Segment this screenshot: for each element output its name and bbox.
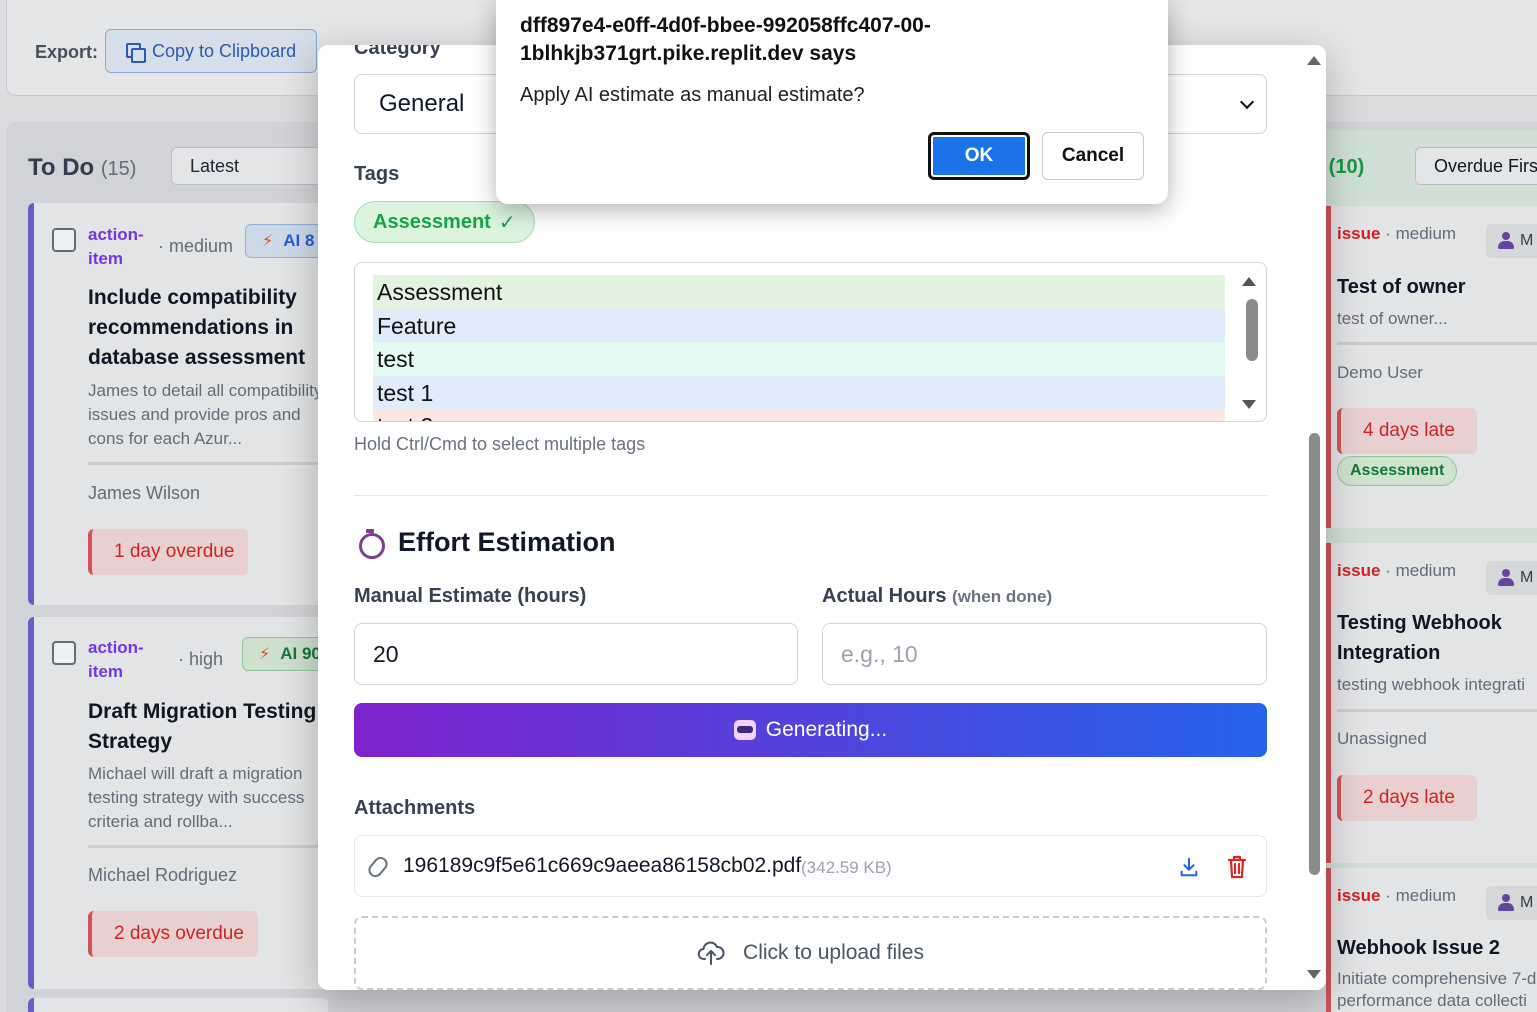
file-upload-dropzone[interactable]: Click to upload files (354, 916, 1267, 990)
effort-estimation-heading: Effort Estimation (358, 527, 616, 559)
section-title-text: Effort Estimation (398, 527, 616, 557)
attachment-file-size: (342.59 KB) (801, 858, 892, 877)
tags-label: Tags (354, 163, 400, 185)
robot-icon (733, 720, 756, 740)
cloud-upload-icon (697, 941, 725, 965)
modal-scrollbar[interactable] (1302, 45, 1326, 990)
scroll-down-arrow[interactable] (1307, 970, 1321, 979)
attachment-row: 196189c9f5e61c669c9aeea86158cb02.pdf (34… (354, 835, 1267, 897)
dialog-origin: dff897e4-e0ff-4d0f-bbee-992058ffc407-00-… (520, 14, 931, 65)
cancel-button[interactable]: Cancel (1042, 132, 1144, 180)
generate-button-label: Generating... (765, 718, 888, 741)
generate-ai-estimate-button[interactable]: Generating... (354, 703, 1267, 757)
actual-hours-hint: (when done) (952, 587, 1053, 606)
category-value: General (379, 90, 465, 117)
trash-icon[interactable] (1227, 855, 1247, 879)
tag-option[interactable]: test 2 (373, 409, 1225, 421)
scroll-up-arrow[interactable] (1307, 56, 1321, 65)
download-icon[interactable] (1178, 856, 1200, 878)
scroll-up-arrow[interactable] (1242, 277, 1256, 286)
chevron-down-icon (1239, 94, 1255, 110)
browser-confirm-dialog: dff897e4-e0ff-4d0f-bbee-992058ffc407-00-… (496, 0, 1168, 204)
attachment-file-name[interactable]: 196189c9f5e61c669c9aeea86158cb02.pdf (403, 854, 801, 878)
actual-hours-input[interactable]: e.g., 10 (822, 623, 1267, 685)
selected-tag-chip[interactable]: Assessment ✓ (354, 201, 535, 243)
tags-help-text: Hold Ctrl/Cmd to select multiple tags (354, 434, 646, 454)
manual-estimate-label: Manual Estimate (hours) (354, 585, 587, 607)
tag-option[interactable]: test (373, 342, 1225, 376)
paperclip-icon (365, 854, 391, 880)
manual-estimate-input[interactable]: 20 (354, 623, 798, 685)
scrollbar-thumb[interactable] (1309, 433, 1320, 875)
scroll-down-arrow[interactable] (1242, 400, 1256, 409)
selected-tag-label: Assessment (373, 210, 491, 233)
upload-label: Click to upload files (743, 941, 924, 964)
tag-option[interactable]: Feature (373, 308, 1225, 342)
ok-button[interactable]: OK (928, 132, 1030, 180)
tag-option[interactable]: test 1 (373, 375, 1225, 409)
stopwatch-icon (358, 528, 385, 559)
attachments-label: Attachments (354, 797, 476, 819)
tags-multiselect[interactable]: Assessment Feature test test 1 test 2 (354, 262, 1267, 422)
section-divider (354, 495, 1267, 496)
scrollbar-thumb[interactable] (1246, 299, 1258, 361)
actual-hours-label: Actual Hours (when done) (822, 585, 1053, 607)
check-icon: ✓ (498, 211, 516, 234)
category-label: Category (354, 45, 441, 59)
dialog-message: Apply AI estimate as manual estimate? (520, 84, 865, 106)
tag-option[interactable]: Assessment (373, 275, 1225, 309)
